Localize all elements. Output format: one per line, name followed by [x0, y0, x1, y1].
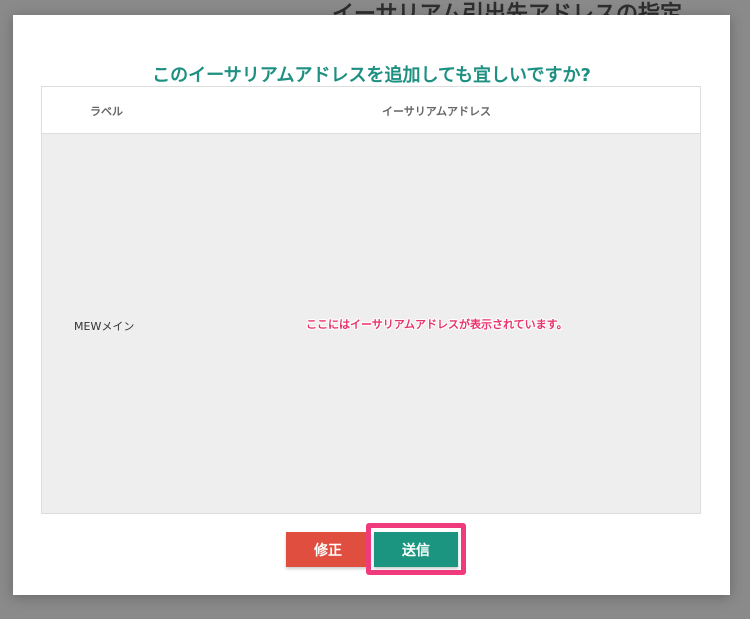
edit-button[interactable]: 修正 — [286, 532, 370, 567]
dialog-title: このイーサリアムアドレスを追加しても宜しいですか? — [152, 65, 591, 86]
confirm-dialog: このイーサリアムアドレスを追加しても宜しいですか? ラベル イーサリアムアドレス… — [13, 15, 730, 595]
cell-address: ここにはイーサリアムアドレスが表示されています。 — [306, 318, 568, 331]
table-row: MEWメイン ここにはイーサリアムアドレスが表示されています。 — [42, 134, 700, 513]
table-header: ラベル イーサリアムアドレス — [42, 87, 700, 134]
cell-label: MEWメイン — [74, 320, 135, 333]
submit-button[interactable]: 送信 — [374, 532, 458, 567]
address-table: ラベル イーサリアムアドレス MEWメイン ここにはイーサリアムアドレスが表示さ… — [41, 86, 701, 514]
column-header-label: ラベル — [90, 105, 123, 118]
column-header-address: イーサリアムアドレス — [382, 105, 492, 118]
